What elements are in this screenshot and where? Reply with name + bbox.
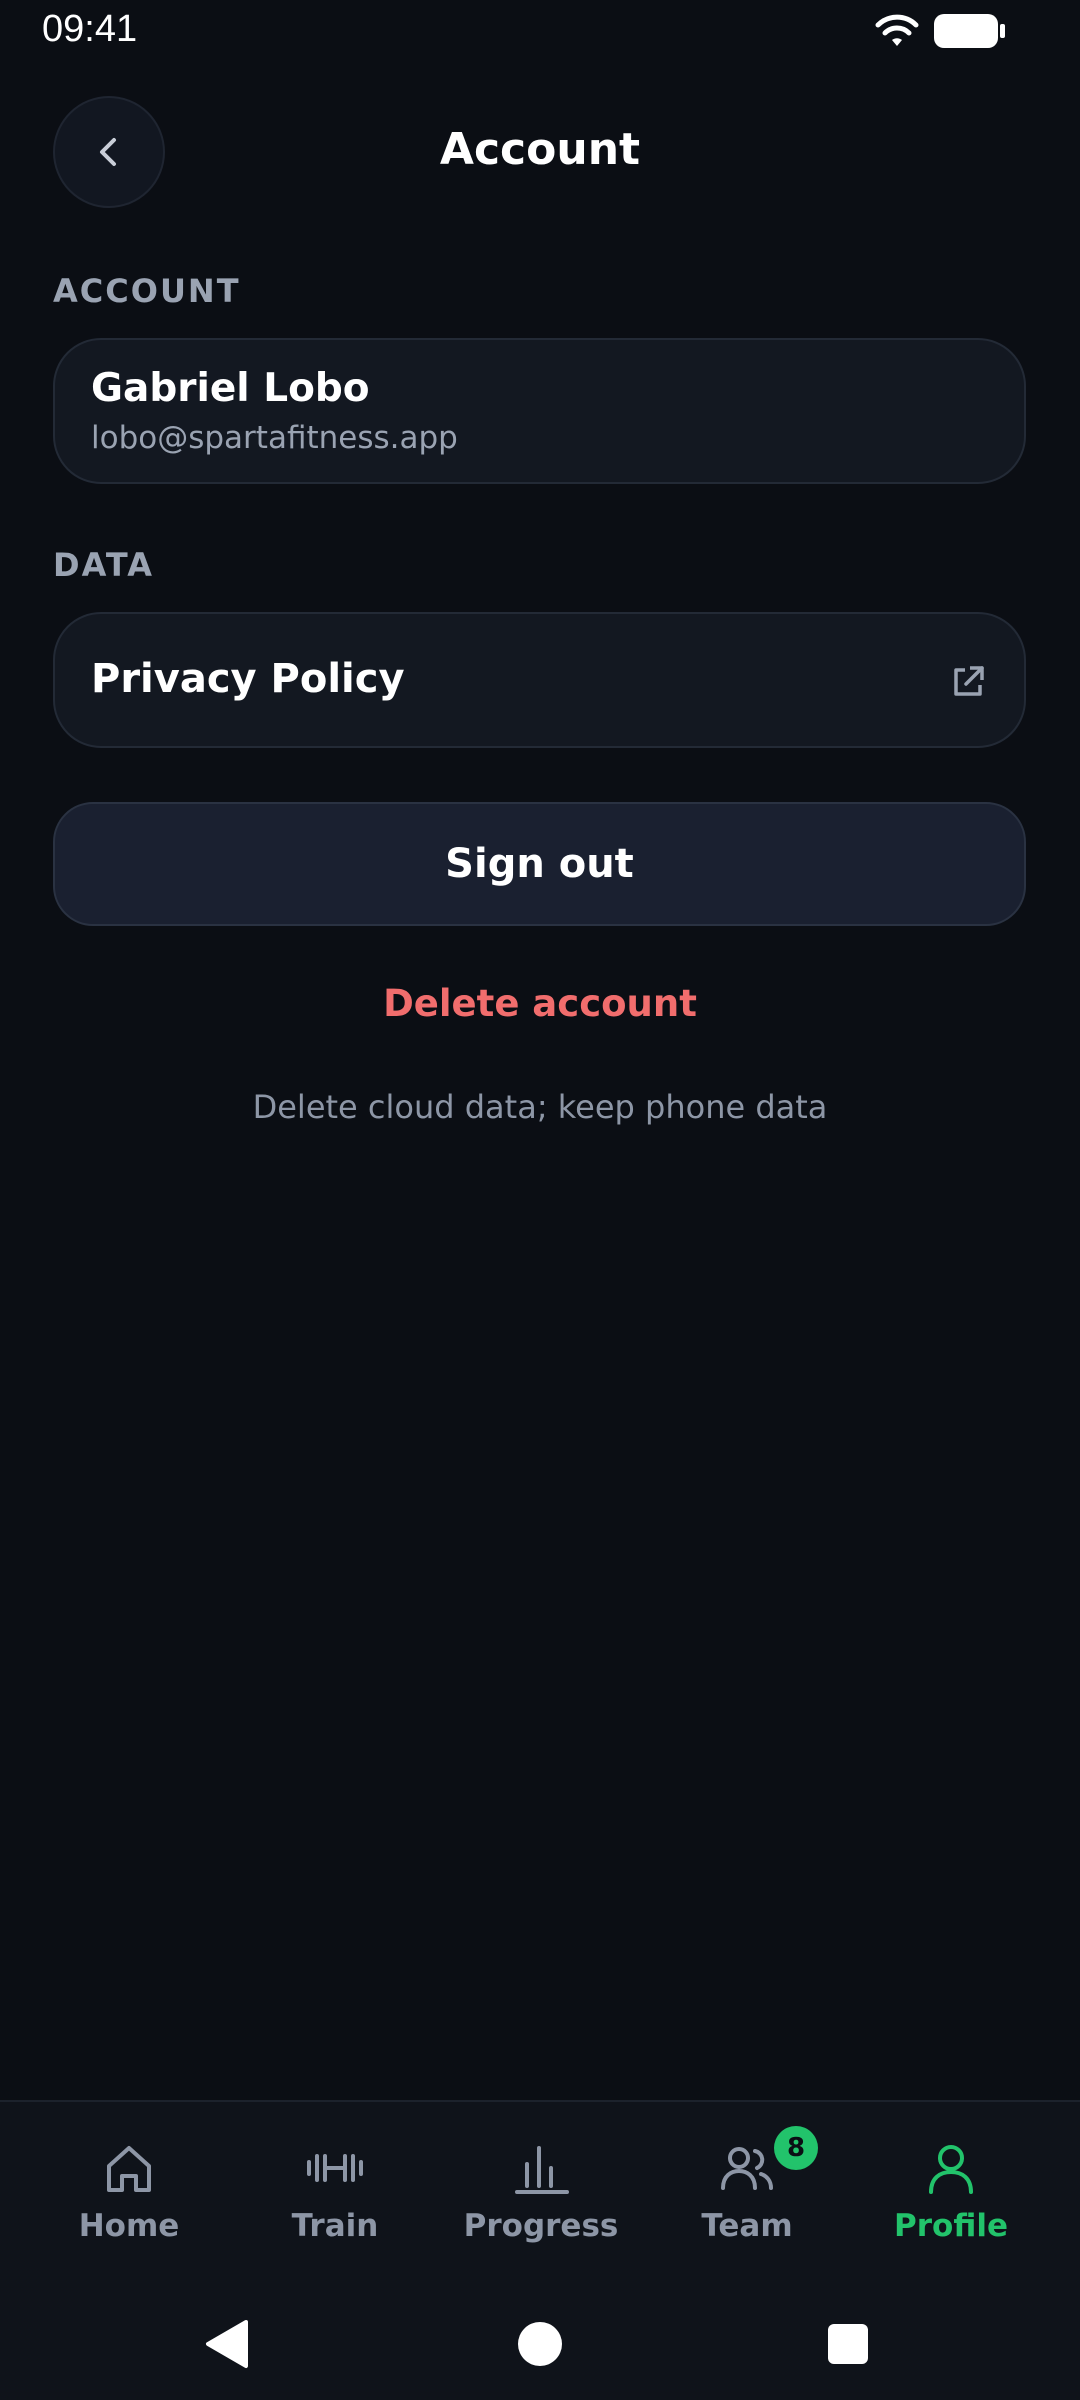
account-email: lobo@spartafitness.app — [91, 420, 458, 456]
nav-label-team: Team — [701, 2208, 793, 2244]
status-bar: 09:41 — [0, 0, 1080, 60]
profile-icon — [929, 2145, 973, 2194]
nav-label-profile: Profile — [894, 2208, 1008, 2244]
home-icon — [107, 2146, 151, 2192]
nav-item-train[interactable]: Train — [232, 2102, 438, 2288]
section-label-data: DATA — [53, 546, 154, 584]
system-back-icon[interactable] — [198, 2314, 258, 2374]
section-label-account: ACCOUNT — [53, 272, 241, 310]
nav-label-home: Home — [78, 2208, 180, 2244]
bar-chart-icon — [515, 2146, 569, 2194]
dumbbell-icon — [307, 2154, 363, 2182]
status-time: 09:41 — [42, 8, 138, 50]
privacy-policy-row[interactable]: Privacy Policy — [53, 612, 1026, 748]
privacy-policy-label: Privacy Policy — [91, 656, 405, 702]
external-link-icon — [954, 666, 984, 696]
nav-item-progress[interactable]: Progress — [438, 2102, 644, 2288]
nav-item-home[interactable]: Home — [26, 2102, 232, 2288]
nav-item-profile[interactable]: Profile — [848, 2102, 1054, 2288]
team-icon — [721, 2147, 773, 2190]
bottom-nav: Home Train Progress 8 Team Profile — [0, 2100, 1080, 2286]
nav-label-train: Train — [291, 2208, 379, 2244]
system-recents-icon[interactable] — [818, 2314, 878, 2374]
account-card: Gabriel Lobo lobo@spartafitness.app — [53, 338, 1026, 484]
system-home-icon[interactable] — [510, 2314, 570, 2374]
delete-account-button[interactable]: Delete account — [0, 982, 1080, 1025]
delete-account-hint: Delete cloud data; keep phone data — [252, 1088, 828, 1126]
account-name: Gabriel Lobo — [91, 366, 370, 411]
system-nav-bar — [0, 2286, 1080, 2400]
page-title: Account — [439, 124, 641, 175]
nav-item-team[interactable]: 8 Team — [644, 2102, 850, 2288]
team-notification-badge: 8 — [774, 2126, 818, 2170]
wifi-icon — [875, 14, 919, 46]
battery-icon — [934, 14, 1005, 48]
sign-out-button[interactable]: Sign out — [53, 802, 1026, 926]
nav-label-progress: Progress — [463, 2208, 619, 2244]
